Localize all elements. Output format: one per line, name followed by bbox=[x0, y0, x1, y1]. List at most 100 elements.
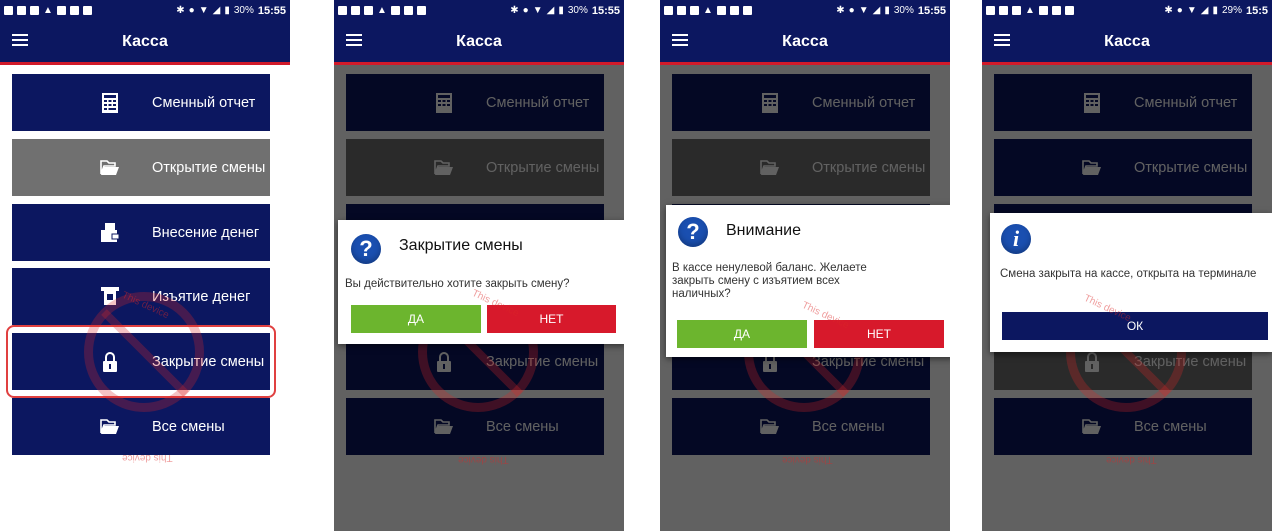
question-icon: ? bbox=[351, 234, 381, 264]
shift-report-label: Сменный отчет bbox=[152, 94, 256, 111]
phone-screen-1: ▲ ✱ ● ▼ ◢ ▮ 30% 15:55 Касса Сменный отче… bbox=[0, 0, 290, 531]
warning-icon: ▲ bbox=[703, 4, 713, 16]
battery-icon: ▮ bbox=[558, 4, 564, 16]
notification-icon bbox=[338, 6, 347, 15]
shift-report-button[interactable]: Сменный отчет bbox=[12, 74, 270, 131]
report-icon bbox=[100, 92, 120, 114]
clock: 15:55 bbox=[917, 4, 946, 17]
wallet-icon bbox=[100, 222, 120, 244]
app-bar: Касса bbox=[0, 21, 290, 65]
menu-icon[interactable] bbox=[12, 34, 28, 46]
bluetooth-icon: ✱ bbox=[176, 4, 185, 16]
image-icon bbox=[1038, 6, 1048, 15]
card-icon bbox=[416, 6, 426, 15]
status-bar: ▲ ✱ ● ▼ ◢ ▮ 30% 15:55 bbox=[334, 0, 624, 21]
notification-icon bbox=[17, 6, 26, 15]
yes-button[interactable]: ДА bbox=[677, 320, 807, 348]
phone-screen-2: ▲ ✱ ● ▼ ◢ ▮ 30% 15:55 Касса Сменный отче… bbox=[334, 0, 624, 531]
close-shift-dialog: ? Закрытие смены Вы действительно хотите… bbox=[338, 220, 624, 344]
image-icon bbox=[716, 6, 726, 15]
app-title: Касса bbox=[122, 32, 168, 50]
app-title: Касса bbox=[1104, 32, 1150, 50]
menu-icon[interactable] bbox=[672, 34, 688, 46]
battery-percent: 29% bbox=[1221, 5, 1242, 16]
notification-icon bbox=[664, 6, 673, 15]
app-title: Касса bbox=[782, 32, 828, 50]
card-icon bbox=[82, 6, 92, 15]
warning-icon: ▲ bbox=[377, 4, 387, 16]
battery-percent: 30% bbox=[893, 5, 914, 16]
wifi-icon: ▼ bbox=[198, 4, 209, 16]
signal-icon: ◢ bbox=[1200, 4, 1209, 16]
dialog-title: Закрытие смены bbox=[399, 237, 523, 254]
app-title: Касса bbox=[456, 32, 502, 50]
notification-icon bbox=[729, 6, 739, 15]
watermark-text: This device bbox=[122, 452, 173, 463]
notification-icon bbox=[1012, 6, 1021, 15]
deposit-money-button[interactable]: Внесение денег bbox=[12, 204, 270, 261]
dnd-icon: ● bbox=[1176, 4, 1183, 16]
notification-icon bbox=[999, 6, 1008, 15]
status-bar: ▲ ✱ ● ▼ ◢ ▮ 29% 15:5 bbox=[982, 0, 1272, 21]
info-dialog: i Смена закрыта на кассе, открыта на тер… bbox=[990, 213, 1272, 352]
notification-icons: ▲ bbox=[4, 4, 176, 16]
open-shift-button[interactable]: Открытие смены bbox=[12, 139, 270, 196]
watermark-text: This device bbox=[1106, 454, 1157, 465]
notification-icon bbox=[4, 6, 13, 15]
all-shifts-label: Все смены bbox=[152, 418, 225, 435]
card-icon bbox=[742, 6, 752, 15]
notification-icon bbox=[69, 6, 79, 15]
warning-icon: ▲ bbox=[43, 4, 53, 16]
notification-icon bbox=[403, 6, 413, 15]
open-shift-label: Открытие смены bbox=[152, 159, 266, 176]
notification-icon bbox=[677, 6, 686, 15]
wifi-icon: ▼ bbox=[858, 4, 869, 16]
battery-icon: ▮ bbox=[224, 4, 230, 16]
dnd-icon: ● bbox=[188, 4, 195, 16]
phone-screen-3: ▲ ✱ ● ▼ ◢ ▮ 30% 15:55 Касса Сменный отче… bbox=[660, 0, 950, 531]
wifi-icon: ▼ bbox=[1186, 4, 1197, 16]
bluetooth-icon: ✱ bbox=[510, 4, 519, 16]
image-icon bbox=[56, 6, 66, 15]
notification-icon bbox=[30, 6, 39, 15]
wifi-icon: ▼ bbox=[532, 4, 543, 16]
warning-dialog: ? Внимание В кассе ненулевой баланс. Жел… bbox=[666, 205, 950, 357]
app-bar: Касса bbox=[660, 21, 950, 65]
dialog-title: Внимание bbox=[726, 222, 802, 239]
warning-icon: ▲ bbox=[1025, 4, 1035, 16]
app-bar: Касса bbox=[334, 21, 624, 65]
dialog-message: Смена закрыта на кассе, открыта на терми… bbox=[1000, 268, 1257, 280]
dnd-icon: ● bbox=[522, 4, 529, 16]
bluetooth-icon: ✱ bbox=[1164, 4, 1173, 16]
folder-open-icon bbox=[100, 157, 120, 179]
phone-screen-4: ▲ ✱ ● ▼ ◢ ▮ 29% 15:5 Касса Сменный отчет… bbox=[982, 0, 1272, 531]
image-icon bbox=[390, 6, 400, 15]
menu-icon[interactable] bbox=[346, 34, 362, 46]
deposit-money-label: Внесение денег bbox=[152, 224, 260, 241]
watermark-text: This device bbox=[458, 454, 509, 465]
dialog-message: Вы действительно хотите закрыть смену? bbox=[345, 278, 570, 290]
dialog-message: В кассе ненулевой баланс. Желаете закрыт… bbox=[672, 262, 867, 300]
battery-percent: 30% bbox=[567, 5, 588, 16]
battery-icon: ▮ bbox=[1212, 4, 1218, 16]
dnd-icon: ● bbox=[848, 4, 855, 16]
clock: 15:5 bbox=[1245, 4, 1268, 17]
menu-icon[interactable] bbox=[994, 34, 1010, 46]
question-icon: ? bbox=[678, 217, 708, 247]
folder-open-icon bbox=[100, 416, 120, 438]
signal-icon: ◢ bbox=[212, 4, 221, 16]
signal-icon: ◢ bbox=[872, 4, 881, 16]
app-bar: Касса bbox=[982, 21, 1272, 65]
notification-icon bbox=[986, 6, 995, 15]
bluetooth-icon: ✱ bbox=[836, 4, 845, 16]
yes-button[interactable]: ДА bbox=[351, 305, 481, 333]
notification-icon bbox=[1051, 6, 1061, 15]
notification-icon bbox=[351, 6, 360, 15]
status-bar: ▲ ✱ ● ▼ ◢ ▮ 30% 15:55 bbox=[0, 0, 290, 21]
info-icon: i bbox=[1001, 224, 1031, 254]
watermark-text: This device bbox=[782, 454, 833, 465]
ok-button[interactable]: ОК bbox=[1002, 312, 1268, 340]
clock: 15:55 bbox=[257, 4, 286, 17]
notification-icon bbox=[364, 6, 373, 15]
status-bar: ▲ ✱ ● ▼ ◢ ▮ 30% 15:55 bbox=[660, 0, 950, 21]
